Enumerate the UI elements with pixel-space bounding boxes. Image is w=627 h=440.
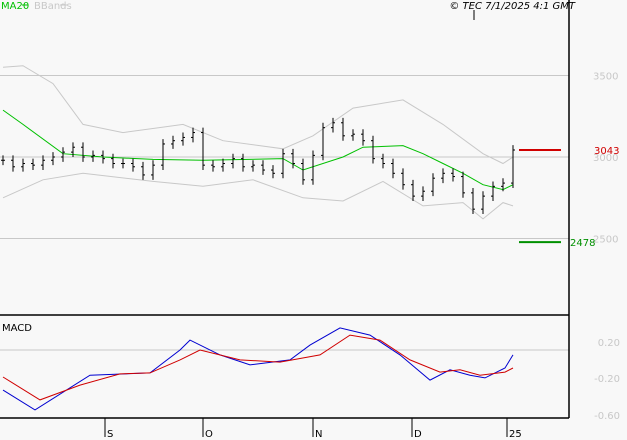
month-label: O: [205, 429, 213, 440]
bb-upper-line: [2, 65, 514, 165]
ma20-line: [2, 109, 514, 191]
macd-tick-label: 0.20: [598, 338, 620, 349]
signal-line: [2, 334, 514, 401]
axes: S O N D 25: [0, 0, 570, 440]
month-label: 25: [509, 429, 522, 440]
month-label: D: [414, 429, 422, 440]
macd-panel: [2, 327, 514, 411]
price-bars: 3043 2478: [1, 117, 619, 249]
macd-line: [2, 327, 514, 411]
price-tick-label: 2500: [593, 235, 618, 246]
stock-chart: 3500300025000.20-0.20-0.60 30432478 SOND…: [0, 0, 620, 440]
legend-ma20: MA20: [1, 1, 29, 12]
copyright-text: © TEC 7/1/2025 4:1 GMT: [449, 1, 576, 12]
bb-lower-line: [2, 172, 514, 220]
gridlines: 3500300025000.20-0.20-0.60: [0, 72, 620, 422]
macd-tick-label: -0.60: [594, 411, 620, 422]
bollinger-bands: [2, 65, 514, 220]
legend-bbands: BBands: [34, 1, 72, 12]
price-tick-label: 3500: [593, 72, 618, 83]
legend: MA20 BBands: [1, 1, 72, 12]
month-label: N: [315, 429, 322, 440]
macd-tick-label: -0.20: [594, 374, 620, 385]
month-label: S: [107, 429, 113, 440]
resistance-label: 3043: [594, 146, 619, 157]
macd-label: MACD: [2, 323, 32, 334]
support-label: 2478: [570, 238, 595, 249]
